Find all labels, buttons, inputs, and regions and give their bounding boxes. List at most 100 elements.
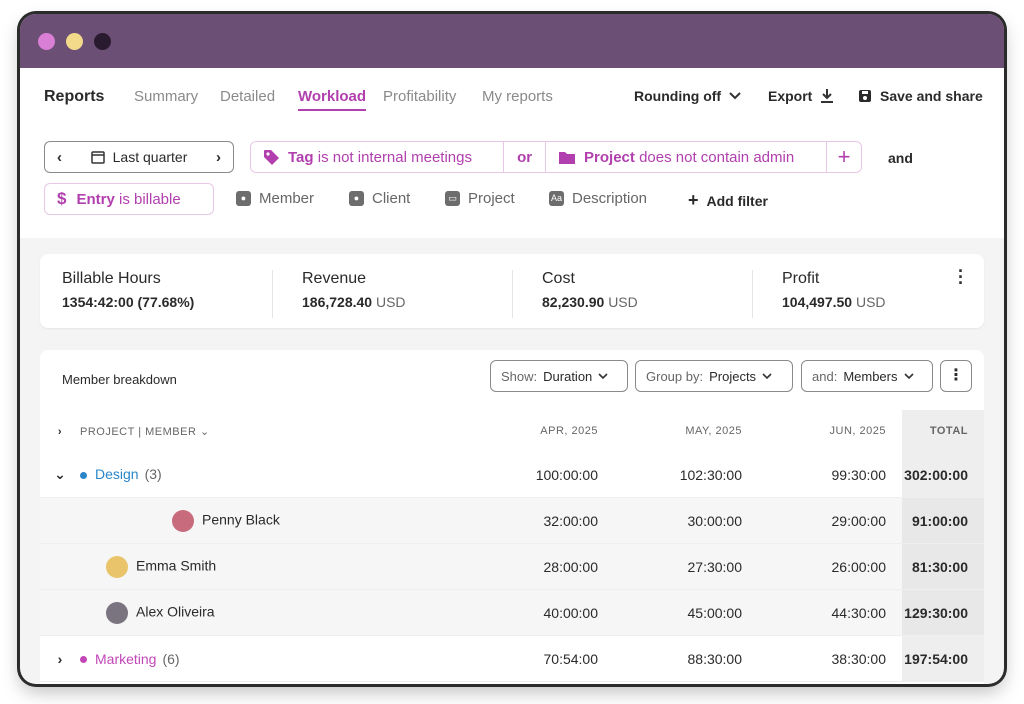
table-options-button[interactable]: ⋮	[940, 360, 972, 392]
rounding-label: Rounding off	[634, 88, 722, 104]
group-by-dropdown[interactable]: Group by: Projects	[635, 360, 793, 392]
billable-filter-field: Entry	[76, 190, 115, 208]
profit-label: Profit	[782, 270, 820, 287]
or-label: or	[517, 148, 533, 166]
cell-total: 197:54:00	[902, 635, 984, 682]
project-filter-text: does not contain admin	[639, 148, 795, 166]
column-header-apr: APR, 2025	[540, 425, 598, 437]
show-dropdown[interactable]: Show: Duration	[490, 360, 628, 392]
project-count: (3)	[144, 466, 162, 482]
tag-filter-field: Tag	[288, 148, 314, 166]
client-filter-button[interactable]: ● Client	[349, 190, 410, 207]
profit-currency: USD	[855, 294, 886, 310]
and-group-dropdown[interactable]: and: Members	[801, 360, 933, 392]
tab-workload[interactable]: Workload	[298, 88, 367, 111]
cell-jun: 44:30:00	[758, 589, 902, 636]
export-label: Export	[768, 88, 813, 104]
avatar	[172, 509, 194, 532]
revenue-value: 186,728.40	[302, 294, 373, 310]
member-filter-button[interactable]: ● Member	[236, 190, 314, 207]
table-row[interactable]: ⌄ Design (3) 100:00:00 102:30:00 99:30:00 …	[40, 452, 984, 498]
member-breakdown-panel: Member breakdown Show: Duration Group by:…	[40, 350, 984, 684]
save-share-label: Save and share	[880, 88, 983, 104]
sort-chevron-icon[interactable]: ⌄	[200, 426, 210, 438]
column-header-project-member[interactable]: PROJECT | MEMBER	[80, 426, 196, 438]
minimize-window-button[interactable]	[66, 33, 83, 50]
description-filter-button[interactable]: Aa Description	[549, 190, 647, 207]
table-header-row: › PROJECT | MEMBER ⌄ APR, 2025 MAY, 2025 …	[40, 410, 984, 452]
chevron-right-icon[interactable]: ›	[216, 149, 221, 166]
cell-total: 129:30:00	[902, 589, 984, 636]
client-icon: ●	[349, 191, 364, 206]
cell-jun: 99:30:00	[758, 452, 902, 498]
table-row[interactable]: Alex Oliveira 40:00:00 45:00:00 44:30:00…	[40, 589, 984, 636]
date-range-label: Last quarter	[112, 149, 188, 165]
top-nav: Reports Summary Detailed Workload Profit…	[20, 68, 1004, 126]
group-by-value: Projects	[709, 368, 757, 384]
cell-total: 81:30:00	[902, 543, 984, 590]
project-name[interactable]: Marketing	[95, 651, 156, 667]
and-operator[interactable]: and	[888, 150, 913, 166]
save-icon	[859, 90, 871, 102]
tab-my-reports[interactable]: My reports	[482, 88, 553, 105]
cell-apr: 70:54:00	[470, 635, 614, 682]
billable-filter-chip[interactable]: $ Entry is billable	[44, 183, 214, 215]
member-name: Alex Oliveira	[136, 603, 215, 620]
cell-may: 45:00:00	[614, 589, 758, 636]
cell-apr: 28:00:00	[470, 543, 614, 590]
export-button[interactable]: Export	[768, 88, 834, 104]
member-name: Penny Black	[202, 511, 280, 528]
plus-icon: +	[688, 190, 699, 210]
tag-filter-chip[interactable]: Tag is not internal meetings	[251, 142, 505, 172]
date-range-picker[interactable]: ‹ Last quarter ›	[44, 141, 234, 173]
avatar	[106, 555, 128, 578]
collapse-chevron-icon[interactable]: ⌄	[40, 466, 80, 483]
tag-filter-text: is not internal meetings	[317, 148, 472, 166]
download-icon	[821, 89, 834, 103]
add-filter-button[interactable]: + Add filter	[688, 190, 768, 211]
add-or-filter-button[interactable]: +	[827, 142, 861, 172]
rounding-dropdown[interactable]: Rounding off	[634, 88, 741, 104]
close-window-button[interactable]	[38, 33, 55, 50]
column-header-may: MAY, 2025	[685, 425, 742, 437]
tag-icon	[264, 149, 279, 165]
tab-summary[interactable]: Summary	[134, 88, 198, 105]
expand-chevron-icon[interactable]: ›	[40, 651, 80, 667]
chevron-left-icon[interactable]: ‹	[57, 149, 62, 166]
member-filter-label: Member	[259, 190, 315, 207]
chevron-down-icon	[903, 372, 914, 379]
title-bar	[20, 14, 1004, 68]
breakdown-table: › PROJECT | MEMBER ⌄ APR, 2025 MAY, 2025 …	[40, 410, 984, 682]
profit-stat: Profit 104,497.50 USD	[752, 270, 886, 318]
cell-apr: 40:00:00	[470, 589, 614, 636]
cell-may: 30:00:00	[614, 497, 758, 544]
table-row[interactable]: Emma Smith 28:00:00 27:30:00 26:00:00 81…	[40, 543, 984, 590]
or-operator[interactable]: or	[504, 142, 547, 172]
billable-hours-label: Billable Hours	[62, 270, 161, 287]
tab-detailed[interactable]: Detailed	[220, 88, 275, 105]
description-filter-label: Description	[572, 190, 648, 207]
filter-bar: ‹ Last quarter › Tag is not internal mee…	[20, 126, 1004, 238]
table-row[interactable]: Penny Black 32:00:00 30:00:00 29:00:00 9…	[40, 497, 984, 544]
table-row[interactable]: › Marketing (6) 70:54:00 88:30:00 38:30:00…	[40, 635, 984, 682]
project-color-dot	[80, 471, 87, 479]
member-name: Emma Smith	[136, 557, 217, 574]
project-filter-button[interactable]: ▭ Project	[445, 190, 515, 207]
expand-all-chevron-icon[interactable]: ›	[40, 426, 80, 438]
cell-may: 27:30:00	[614, 543, 758, 590]
project-filter-field: Project	[584, 148, 635, 166]
cell-total: 91:00:00	[902, 497, 984, 544]
project-icon: ▭	[445, 191, 460, 206]
tab-profitability[interactable]: Profitability	[383, 88, 456, 105]
project-filter-chip[interactable]: Project does not contain admin	[546, 142, 828, 172]
cell-jun: 38:30:00	[758, 635, 902, 682]
show-label: Show:	[501, 368, 538, 384]
project-name[interactable]: Design	[95, 466, 139, 482]
revenue-stat: Revenue 186,728.40 USD	[272, 270, 406, 318]
more-options-icon[interactable]: · · ·	[958, 262, 964, 292]
app-window: Reports Summary Detailed Workload Profit…	[20, 14, 1004, 684]
chevron-down-icon	[729, 92, 741, 100]
description-icon: Aa	[549, 191, 564, 206]
maximize-window-button[interactable]	[94, 33, 111, 50]
save-share-button[interactable]: Save and share	[858, 88, 983, 104]
